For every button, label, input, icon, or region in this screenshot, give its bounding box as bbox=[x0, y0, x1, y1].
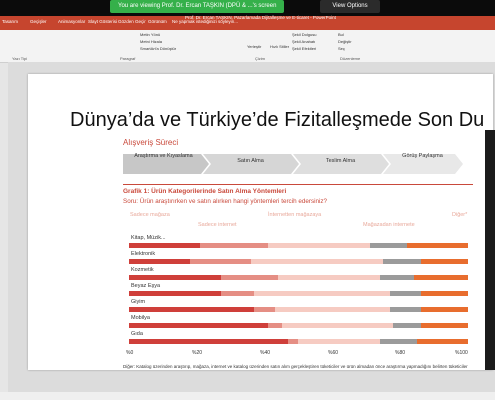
ribbon-toolbar: Metin Yönü Metni Hizala SmartArt'a Dönüş… bbox=[0, 30, 495, 63]
find-tool[interactable]: Bul bbox=[338, 32, 344, 37]
bar-seg-6-3 bbox=[379, 339, 418, 344]
bar-seg-6-1 bbox=[288, 339, 299, 344]
bar-seg-5-4 bbox=[420, 323, 468, 328]
bar-seg-4-0 bbox=[129, 307, 255, 312]
step-delivery: Teslim Alma bbox=[325, 158, 356, 164]
step-research: Araştırma ve Kıyaslama bbox=[134, 153, 193, 159]
bar-seg-5-3 bbox=[393, 323, 421, 328]
align-text-tool[interactable]: Metni Hizala bbox=[140, 39, 162, 44]
tab-animasyonlar[interactable]: Animasyonlar bbox=[58, 19, 85, 24]
bar-seg-2-3 bbox=[379, 275, 414, 280]
category-label: Kitap, Müzik... bbox=[131, 235, 166, 241]
category-label: Elektronik bbox=[131, 251, 156, 257]
bar-row-3 bbox=[129, 291, 468, 296]
bar-row-4 bbox=[129, 307, 468, 312]
meeting-top-bar: You are viewing Prof. Dr. Ercan TAŞKIN (… bbox=[0, 0, 495, 16]
bar-seg-1-4 bbox=[420, 259, 468, 264]
category-label: Kozmetik bbox=[131, 267, 154, 273]
bar-seg-0-0 bbox=[129, 243, 201, 248]
bar-seg-2-2 bbox=[278, 275, 380, 280]
chart-footnote: Diğer: Katalog üzerinden araştırıp, mağa… bbox=[123, 364, 468, 369]
tab-gozden-gecir[interactable]: Gözden Geçir bbox=[118, 19, 146, 24]
tick-0: %0 bbox=[126, 350, 134, 356]
bar-seg-5-2 bbox=[281, 323, 394, 328]
bar-seg-2-0 bbox=[129, 275, 221, 280]
shape-fill-tool[interactable]: Şekil Dolgusu bbox=[292, 32, 316, 37]
bar-seg-1-3 bbox=[383, 259, 421, 264]
bar-seg-0-1 bbox=[200, 243, 268, 248]
bar-seg-6-4 bbox=[417, 339, 468, 344]
bar-row-1 bbox=[129, 259, 468, 264]
bar-row-0 bbox=[129, 243, 468, 248]
bar-row-5 bbox=[129, 323, 468, 328]
bar-seg-4-4 bbox=[420, 307, 468, 312]
graph-title: Grafik 1: Ürün Kategorilerinde Satın Alm… bbox=[123, 188, 287, 195]
bar-seg-1-0 bbox=[129, 259, 191, 264]
tab-gecisler[interactable]: Geçişler bbox=[30, 19, 47, 24]
bar-seg-0-2 bbox=[267, 243, 370, 248]
shape-effects-tool[interactable]: Şekil Efektleri bbox=[292, 46, 316, 51]
smartart-tool[interactable]: SmartArt'a Dönüştür bbox=[140, 46, 176, 51]
bar-row-2 bbox=[129, 275, 468, 280]
bar-seg-3-0 bbox=[129, 291, 221, 296]
tick-60: %60 bbox=[328, 350, 339, 356]
group-font: Yazı Tipi bbox=[12, 56, 28, 61]
bar-row-6 bbox=[129, 339, 468, 344]
category-label: Mobilya bbox=[131, 315, 150, 321]
bar-seg-3-1 bbox=[220, 291, 255, 296]
category-label: Giyim bbox=[131, 299, 146, 305]
bar-seg-4-1 bbox=[254, 307, 275, 312]
bar-seg-3-3 bbox=[390, 291, 421, 296]
step-share: Görüş Paylaşma bbox=[402, 153, 443, 159]
section-heading: Alışveriş Süreci bbox=[123, 138, 179, 147]
arrange-tool[interactable]: Yerleştir bbox=[247, 44, 261, 49]
bar-seg-5-1 bbox=[267, 323, 282, 328]
bar-seg-1-2 bbox=[251, 259, 384, 264]
bar-seg-2-4 bbox=[413, 275, 468, 280]
tick-80: %80 bbox=[395, 350, 406, 356]
bar-seg-0-4 bbox=[406, 243, 468, 248]
bar-seg-4-3 bbox=[390, 307, 421, 312]
quick-styles-tool[interactable]: Hızlı Stiller bbox=[270, 44, 289, 49]
bar-seg-2-1 bbox=[220, 275, 279, 280]
bar-seg-4-2 bbox=[274, 307, 390, 312]
legend-only-store: Sadece mağaza bbox=[130, 212, 170, 218]
view-options-button[interactable]: View Options bbox=[320, 0, 380, 13]
bar-seg-3-2 bbox=[254, 291, 390, 296]
text-direction-tool[interactable]: Metin Yönü bbox=[140, 32, 160, 37]
tick-40: %40 bbox=[260, 350, 271, 356]
participant-video-panel bbox=[485, 130, 495, 370]
bar-seg-6-2 bbox=[298, 339, 380, 344]
tab-slayt-gosterisi[interactable]: Slayt Gösterisi bbox=[88, 19, 117, 24]
replace-tool[interactable]: Değiştir bbox=[338, 39, 352, 44]
bar-seg-6-0 bbox=[129, 339, 289, 344]
tab-gorunum[interactable]: Görünüm bbox=[148, 19, 167, 24]
group-drawing: Çizim bbox=[255, 56, 265, 61]
bar-seg-5-0 bbox=[129, 323, 268, 328]
legend-internet-to-store: İnternetten mağazaya bbox=[268, 212, 322, 218]
tell-me-search[interactable]: Ne yapmak istediğinizi söyleyin... bbox=[172, 19, 238, 24]
powerpoint-title-bar: Prof. Dr. Ercan TAŞKIN, Pazarlamada Diji… bbox=[0, 15, 495, 30]
legend-only-internet: Sadece internet bbox=[198, 222, 237, 228]
step-purchase: Satın Alma bbox=[237, 158, 264, 164]
bar-seg-0-3 bbox=[369, 243, 407, 248]
category-label: Gıda bbox=[131, 331, 143, 337]
status-bar bbox=[0, 392, 495, 400]
graph-question: Soru: Ürün araştırırken ve satın alırken… bbox=[123, 198, 328, 205]
group-editing: Düzenleme bbox=[340, 56, 361, 61]
legend-other: Diğer* bbox=[452, 212, 468, 218]
graph-divider bbox=[123, 184, 473, 185]
legend-store-to-internet: Mağazadan internete bbox=[363, 222, 415, 228]
category-label: Beyaz Eşya bbox=[131, 283, 161, 289]
tick-20: %20 bbox=[192, 350, 203, 356]
select-tool[interactable]: Seç bbox=[338, 46, 345, 51]
tick-100: %100 bbox=[455, 350, 468, 356]
bar-seg-1-1 bbox=[190, 259, 252, 264]
screen-share-banner: You are viewing Prof. Dr. Ercan TAŞKIN (… bbox=[110, 0, 285, 13]
group-paragraph: Paragraf bbox=[120, 56, 136, 61]
slide-title: Dünya’da ve Türkiye’de Fizitalleşmede So… bbox=[70, 109, 485, 131]
bar-seg-3-4 bbox=[420, 291, 468, 296]
shape-outline-tool[interactable]: Şekil Anahatı bbox=[292, 39, 315, 44]
tab-tasarim[interactable]: Tasarım bbox=[2, 19, 18, 24]
